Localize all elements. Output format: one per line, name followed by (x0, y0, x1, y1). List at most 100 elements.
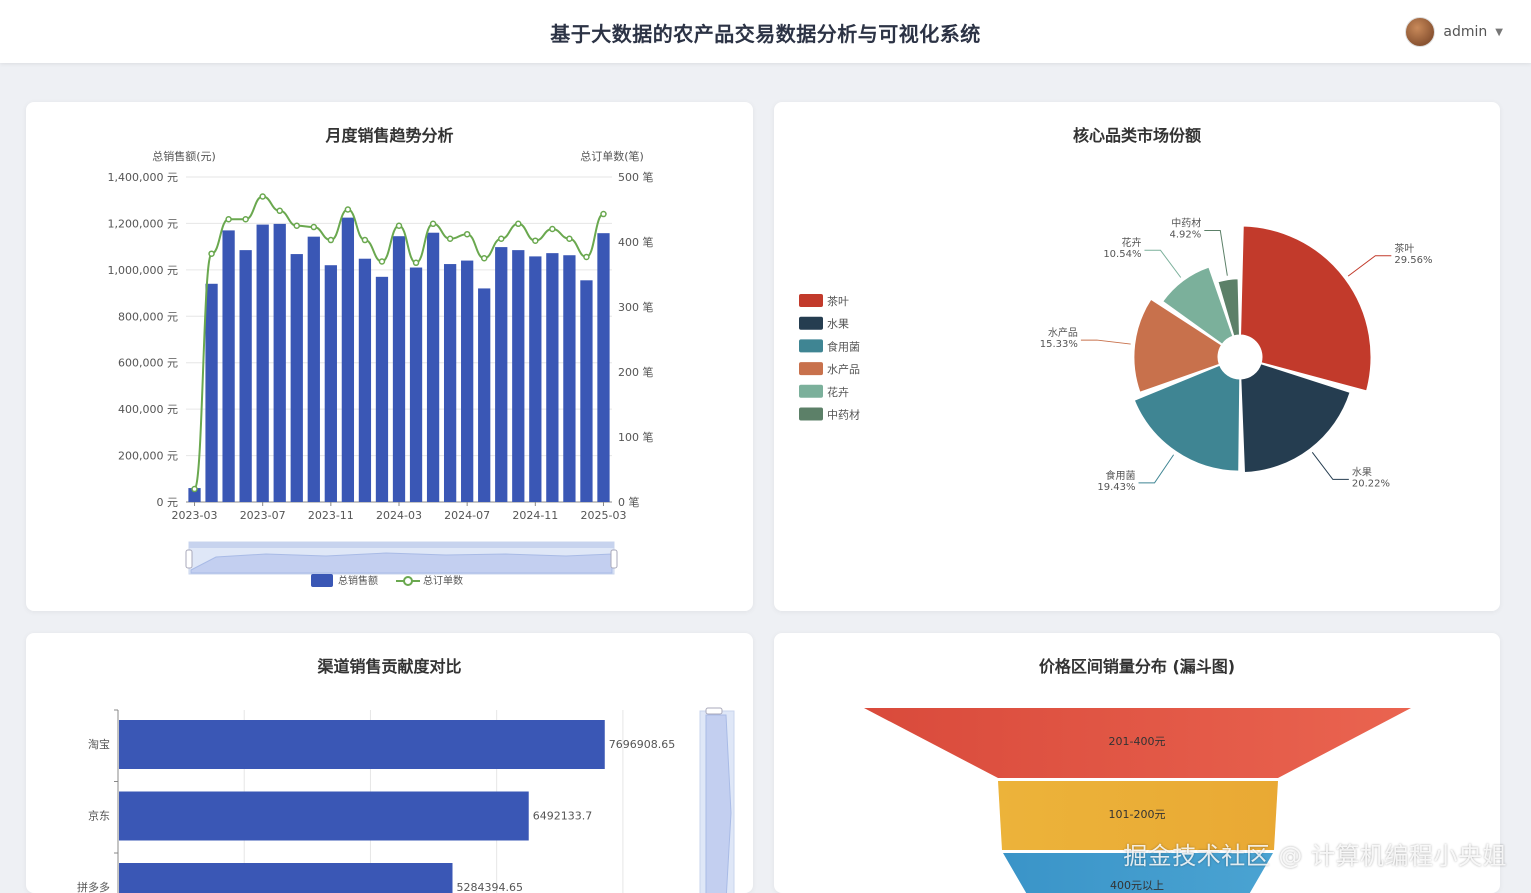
top-bar: 基于大数据的农产品交易数据分析与可视化系统 admin ▼ (0, 0, 1531, 63)
orders-point[interactable] (497, 235, 505, 242)
orders-point[interactable] (225, 216, 232, 223)
legend-sales[interactable]: 总销售额 (338, 574, 378, 587)
legend-orders[interactable]: 总订单数 (423, 574, 463, 587)
pie-label-line (1138, 454, 1175, 484)
chevron-down-icon[interactable]: ▼ (1495, 27, 1503, 38)
pie-label-name: 花卉 (1121, 236, 1141, 249)
sales-bar[interactable] (375, 276, 389, 502)
sales-bar[interactable] (563, 255, 576, 502)
pie-label-value: 10.54% (1103, 249, 1141, 260)
sales-bar[interactable] (478, 288, 491, 502)
orders-point[interactable] (327, 236, 335, 244)
sales-bar[interactable] (546, 253, 559, 502)
vzoom-top-handle[interactable] (705, 707, 723, 715)
orders-point[interactable] (549, 225, 556, 233)
orders-point[interactable] (293, 222, 301, 229)
zoom-preview (190, 552, 613, 574)
sales-bar[interactable] (597, 233, 610, 502)
pie-label-name: 食用菌 (1106, 469, 1136, 482)
sales-bar[interactable] (273, 223, 286, 502)
sales-bar[interactable] (222, 230, 235, 502)
legend-label[interactable]: 水产品 (827, 362, 860, 376)
pie-label-line (1347, 255, 1392, 277)
pie-label-value: 29.56% (1394, 255, 1432, 266)
y-left-tick: 1,400,000 元 (108, 171, 178, 184)
sales-bar[interactable] (307, 236, 320, 503)
channel-bar[interactable] (119, 791, 529, 841)
user-menu[interactable]: admin ▼ (1405, 17, 1503, 47)
sales-bar[interactable] (426, 232, 440, 502)
y-left-axis-label: 总销售额(元) (152, 149, 216, 163)
zoom-right-handle[interactable] (610, 549, 618, 569)
sales-bar[interactable] (205, 283, 218, 502)
orders-point[interactable] (344, 206, 352, 213)
orders-point[interactable] (566, 235, 573, 242)
legend-swatch[interactable] (799, 384, 823, 398)
sales-bar[interactable] (512, 250, 525, 502)
orders-point[interactable] (242, 216, 249, 223)
orders-point[interactable] (480, 255, 488, 262)
legend-swatch[interactable] (799, 407, 823, 421)
pie-label-name: 水果 (1352, 466, 1372, 478)
orders-point[interactable] (259, 193, 266, 200)
avatar[interactable] (1405, 17, 1436, 47)
orders-point[interactable] (583, 253, 590, 261)
orders-point[interactable] (191, 485, 198, 493)
pie-label-name: 水产品 (1048, 326, 1078, 339)
sales-bar[interactable] (495, 247, 508, 502)
zoom-left-handle[interactable] (185, 549, 193, 569)
sales-bar[interactable] (358, 258, 372, 502)
orders-point[interactable] (463, 230, 471, 238)
orders-point[interactable] (532, 237, 539, 244)
orders-point[interactable] (276, 207, 283, 215)
zoom-handle-bar[interactable] (189, 542, 614, 548)
orders-point[interactable] (378, 258, 386, 265)
x-tick-label: 2024-11 (512, 509, 558, 522)
bar-legend-icon[interactable] (311, 574, 333, 587)
legend-swatch[interactable] (799, 316, 823, 330)
vertical-zoom-slider[interactable] (699, 707, 735, 893)
legend-label[interactable]: 茶叶 (827, 295, 849, 308)
legend-label[interactable]: 水果 (827, 318, 849, 331)
sales-bar[interactable] (529, 256, 542, 502)
orders-point[interactable] (515, 220, 522, 228)
orders-point[interactable] (429, 220, 437, 228)
user-name[interactable]: admin (1443, 24, 1487, 40)
sales-bar[interactable] (239, 250, 252, 502)
sales-bar[interactable] (256, 224, 269, 502)
funnel-stage-3-label: 400元以上 (1110, 879, 1164, 892)
pie-label-name: 茶叶 (1394, 242, 1414, 255)
channel-bar[interactable] (119, 863, 453, 893)
orders-point[interactable] (600, 210, 607, 218)
sales-bar[interactable] (409, 267, 423, 502)
orders-point[interactable] (310, 223, 318, 231)
sales-bar[interactable] (443, 264, 457, 502)
sales-bar[interactable] (461, 260, 474, 502)
sales-bar[interactable] (341, 217, 355, 502)
channel-bar[interactable] (119, 720, 605, 769)
legend-label[interactable]: 中药材 (827, 408, 860, 422)
orders-point[interactable] (395, 222, 403, 229)
chart-legend[interactable]: 总销售额 总订单数 (311, 574, 463, 587)
orders-point[interactable] (446, 235, 454, 242)
pie-label-name: 中药材 (1171, 217, 1201, 230)
sales-bar[interactable] (290, 254, 303, 502)
data-zoom-slider[interactable] (185, 541, 618, 575)
legend-swatch[interactable] (799, 362, 823, 376)
monthly-sales-chart[interactable]: 总销售额(元) 总订单数(笔) 0 元 200,000 元 400,000 元 600… (26, 102, 753, 611)
funnel-stage-1-label: 201-400元 (1109, 735, 1166, 748)
legend-label[interactable]: 食用菌 (827, 339, 860, 353)
sales-bar[interactable] (392, 236, 406, 503)
sales-bar[interactable] (580, 280, 593, 502)
pie-label-line (1144, 249, 1182, 278)
orders-point[interactable] (361, 236, 369, 244)
sales-bar[interactable] (324, 265, 337, 502)
category-share-chart[interactable]: 茶叶水果食用菌水产品花卉中药材 茶叶29.56%水果20.22%食用菌19.43… (774, 102, 1500, 611)
channel-sales-chart[interactable]: 淘宝 7696908.65 京东 6492133.7 拼多多 5284394.65 (26, 633, 753, 893)
y-right-tick: 0 笔 (618, 495, 640, 509)
legend-label[interactable]: 花卉 (827, 386, 849, 399)
legend-swatch[interactable] (799, 339, 823, 353)
orders-point[interactable] (412, 259, 420, 267)
orders-point[interactable] (208, 250, 215, 257)
legend-swatch[interactable] (799, 294, 823, 307)
